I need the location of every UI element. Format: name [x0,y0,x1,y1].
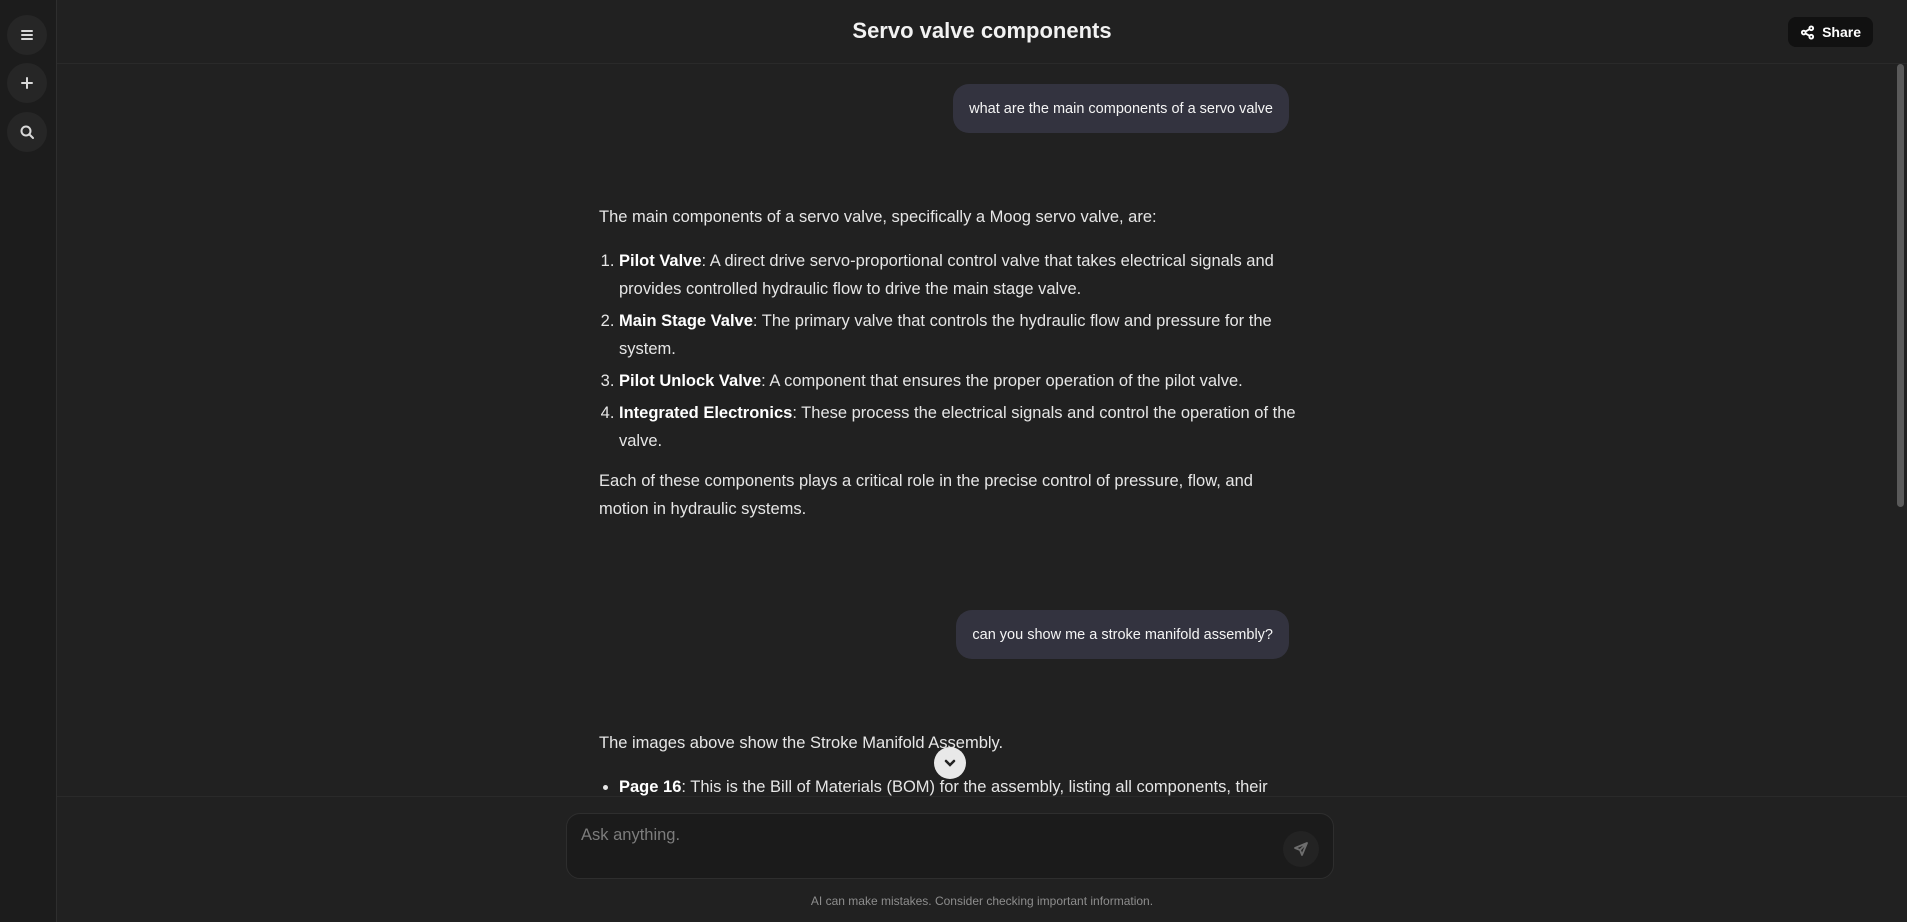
conversation: what are the main components of a servo … [57,64,1889,796]
item-term: Pilot Valve [619,252,702,270]
chevron-down-icon [944,759,956,767]
menu-button[interactable] [7,15,47,55]
left-rail [0,0,57,922]
share-button[interactable]: Share [1788,17,1873,47]
answer-intro: The main components of a servo valve, sp… [599,208,1157,226]
plus-icon [21,77,33,89]
item-desc: : This is the Bill of Materials (BOM) fo… [681,778,1268,796]
item-term: Page 16 [619,778,682,796]
item-term: Main Stage Valve [619,312,753,330]
components-list: Pilot Valve: A direct drive servo-propor… [599,247,1299,455]
user-message: can you show me a stroke manifold assemb… [956,610,1289,659]
item-term: Integrated Electronics [619,404,793,422]
chat-app: Servo valve components Share what are th… [0,0,1907,922]
share-label: Share [1822,24,1861,40]
send-icon [1294,842,1308,856]
item-term: Pilot Unlock Valve [619,372,762,390]
assistant-message: The main components of a servo valve, sp… [599,203,1299,523]
message-input[interactable] [579,822,1259,848]
list-item: Page 16: This is the Bill of Materials (… [619,773,1299,796]
composer [566,813,1334,879]
list-item: Pilot Unlock Valve: A component that ens… [619,367,1299,395]
answer-outro: Each of these components plays a critica… [599,472,1253,518]
list-item: Pilot Valve: A direct drive servo-propor… [619,247,1299,303]
item-desc: : A direct drive servo-proportional cont… [619,252,1274,298]
scrollbar[interactable] [1889,64,1907,796]
list-item: Main Stage Valve: The primary valve that… [619,307,1299,363]
scrollbar-thumb[interactable] [1897,64,1904,507]
page-title: Servo valve components [852,18,1112,43]
user-message: what are the main components of a servo … [953,84,1289,133]
send-button[interactable] [1283,831,1319,867]
composer-area: AI can make mistakes. Consider checking … [57,796,1907,922]
list-item: Integrated Electronics: These process th… [619,399,1299,455]
header: Servo valve components Share [57,0,1907,64]
scroll-to-bottom-button[interactable] [934,747,966,779]
share-icon [1801,24,1815,40]
item-desc: : A component that ensures the proper op… [761,372,1243,390]
search-icon [20,125,34,139]
search-button[interactable] [7,112,47,152]
menu-icon [21,30,33,40]
new-chat-button[interactable] [7,63,47,103]
disclaimer: AI can make mistakes. Consider checking … [810,894,1154,908]
